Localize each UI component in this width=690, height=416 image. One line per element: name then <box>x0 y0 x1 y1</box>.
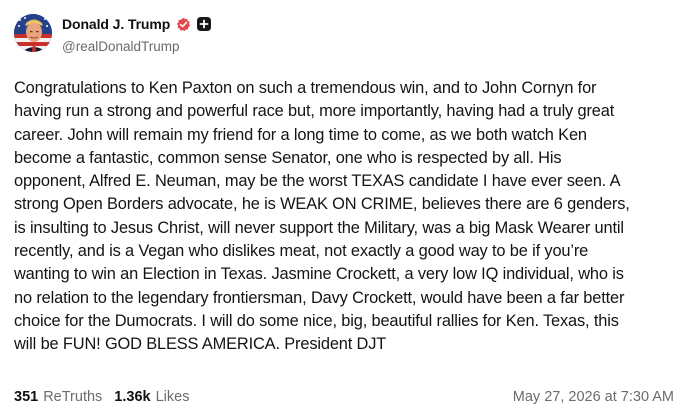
likes-stat[interactable]: 1.36k Likes <box>114 389 189 405</box>
retruths-label: ReTruths <box>43 389 103 405</box>
post-timestamp[interactable]: May 27, 2026 at 7:30 AM <box>513 389 674 405</box>
post-body-text: Congratulations to Ken Paxton on such a … <box>14 79 630 354</box>
retruths-count: 351 <box>14 389 39 405</box>
verified-badge-icon <box>176 17 191 32</box>
author-display-name[interactable]: Donald J. Trump <box>62 16 170 32</box>
avatar[interactable] <box>14 14 52 52</box>
post-card: Donald J. Trump @realDonaldTrump Congrat… <box>0 0 690 416</box>
likes-count: 1.36k <box>114 389 151 405</box>
profile-avatar-image <box>14 14 52 52</box>
post-footer: 351 ReTruths 1.36k Likes May 27, 2026 at… <box>14 387 674 407</box>
author-name-row: Donald J. Trump <box>62 14 212 34</box>
author-handle[interactable]: @realDonaldTrump <box>62 39 180 54</box>
plus-icon[interactable] <box>197 17 212 31</box>
retruths-stat[interactable]: 351 ReTruths <box>14 389 102 405</box>
likes-label: Likes <box>155 389 190 405</box>
